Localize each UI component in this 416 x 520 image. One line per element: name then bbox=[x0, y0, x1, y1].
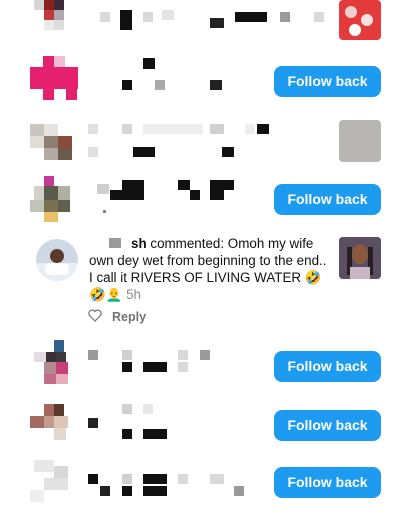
notification-row[interactable]: Follow back bbox=[0, 460, 416, 520]
notification-row[interactable]: Follow back bbox=[0, 340, 416, 388]
comment-text: sh commented: Omoh my wife own dey wet f… bbox=[89, 235, 329, 303]
avatar[interactable] bbox=[30, 176, 78, 224]
follow-back-button[interactable]: Follow back bbox=[274, 351, 381, 382]
post-thumbnail[interactable] bbox=[339, 0, 381, 40]
avatar[interactable] bbox=[36, 239, 78, 281]
comment-username[interactable]: sh bbox=[131, 236, 147, 251]
comment-time: 5h bbox=[126, 287, 141, 302]
notification-row[interactable] bbox=[0, 0, 416, 40]
reply-button[interactable]: Reply bbox=[112, 310, 146, 324]
avatar[interactable] bbox=[30, 0, 78, 42]
follow-back-button[interactable]: Follow back bbox=[274, 467, 381, 498]
avatar[interactable] bbox=[30, 460, 78, 508]
heart-icon[interactable] bbox=[88, 309, 102, 325]
notification-row[interactable]: Follow back bbox=[0, 400, 416, 448]
notification-row[interactable]: Follow back bbox=[0, 56, 416, 104]
avatar[interactable] bbox=[30, 340, 78, 388]
follow-back-button[interactable]: Follow back bbox=[274, 184, 381, 215]
notification-row[interactable] bbox=[0, 120, 416, 168]
follow-back-button[interactable]: Follow back bbox=[274, 66, 381, 97]
comment-verb: commented: bbox=[150, 236, 225, 251]
avatar[interactable] bbox=[30, 404, 78, 452]
avatar[interactable] bbox=[30, 56, 78, 104]
notification-row[interactable]: Follow back bbox=[0, 176, 416, 224]
post-thumbnail[interactable] bbox=[339, 120, 381, 162]
follow-back-button[interactable]: Follow back bbox=[274, 410, 381, 441]
avatar[interactable] bbox=[30, 120, 78, 168]
post-thumbnail[interactable] bbox=[339, 237, 381, 279]
